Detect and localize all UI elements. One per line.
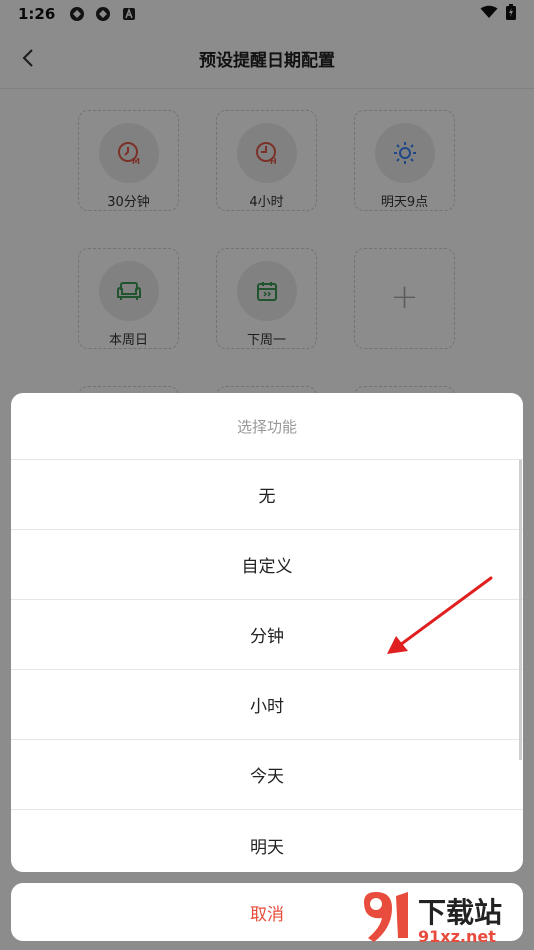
- option-today[interactable]: 今天: [11, 740, 523, 810]
- watermark-brand: 下载站: [418, 896, 502, 929]
- select-function-sheet: 选择功能 无 自定义 分钟 小时 今天 明天: [11, 393, 523, 872]
- option-custom[interactable]: 自定义: [11, 530, 523, 600]
- sheet-title: 选择功能: [11, 393, 523, 460]
- option-none[interactable]: 无: [11, 460, 523, 530]
- option-hours[interactable]: 小时: [11, 670, 523, 740]
- option-tomorrow[interactable]: 明天: [11, 810, 523, 872]
- scrollbar[interactable]: [519, 460, 522, 760]
- option-minutes[interactable]: 分钟: [11, 600, 523, 670]
- watermark-logo: 下载站 91xz.net: [364, 892, 502, 946]
- watermark-site: 91xz.net: [418, 927, 496, 946]
